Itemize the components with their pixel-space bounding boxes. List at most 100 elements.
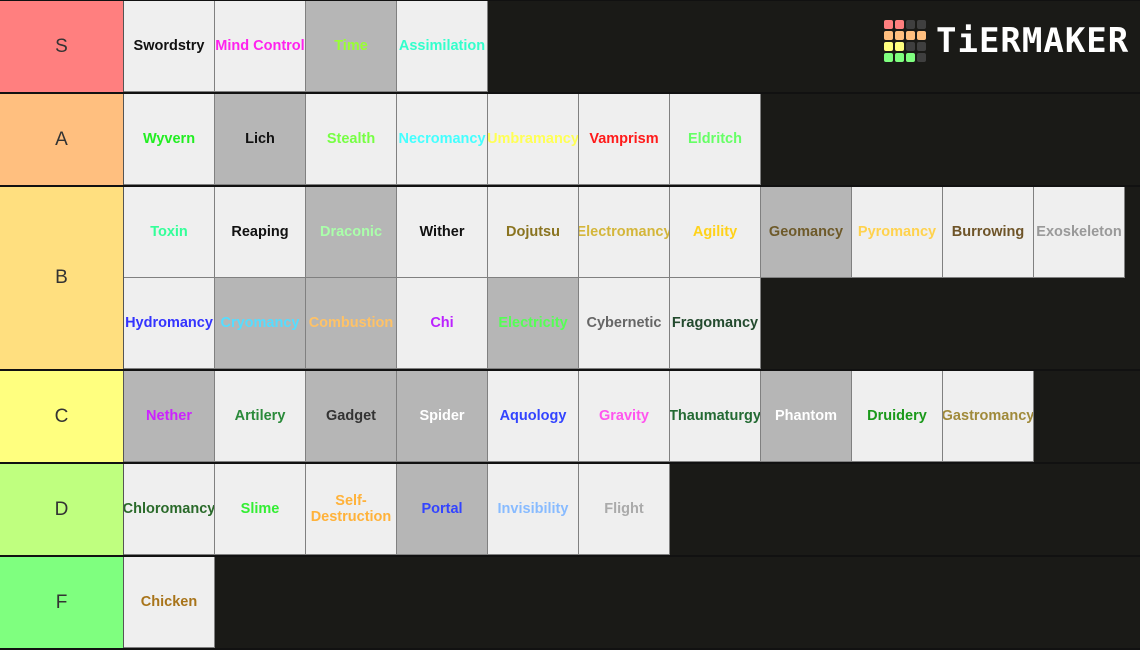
tier-label[interactable]: D — [0, 464, 124, 555]
tier-item[interactable]: Portal — [397, 464, 488, 555]
tier-item[interactable]: Dojutsu — [488, 187, 579, 278]
logo-grid-cell — [884, 42, 893, 51]
tier-item[interactable]: Aquology — [488, 371, 579, 462]
tier-item-label: Chloromancy — [124, 501, 215, 517]
tier-label[interactable]: F — [0, 557, 124, 648]
tier-item-label: Combustion — [308, 315, 394, 331]
tier-item-label: Pyromancy — [857, 224, 937, 240]
tier-row-c: C Nether Artilery Gadget Spider Aquology Gravi… — [0, 371, 1140, 464]
tier-item-label: Reaping — [231, 224, 289, 240]
tier-item[interactable]: Cryomancy — [215, 278, 306, 369]
tier-item[interactable]: Thaumaturgy — [670, 371, 761, 462]
tier-item[interactable]: Reaping — [215, 187, 306, 278]
tier-item-label: Vamprism — [589, 131, 659, 147]
tier-item-label: Druidery — [867, 408, 927, 424]
tier-item[interactable]: Burrowing — [943, 187, 1034, 278]
tier-item-label: Toxin — [150, 224, 188, 240]
tier-item[interactable]: Druidery — [852, 371, 943, 462]
tier-item[interactable]: Gadget — [306, 371, 397, 462]
tier-item[interactable]: Time — [306, 1, 397, 92]
tier-list: S Swordstry Mind Control Time Assimilation A W… — [0, 0, 1140, 650]
tier-item-label: Draconic — [319, 224, 383, 240]
tier-item-label: Geomancy — [768, 224, 844, 240]
tier-item-label: Aquology — [499, 408, 567, 424]
tier-item-label: Eldritch — [688, 131, 742, 147]
tiermaker-wordmark: TiERMAKER — [936, 21, 1130, 61]
tier-item[interactable]: Pyromancy — [852, 187, 943, 278]
tier-item[interactable]: Fragomancy — [670, 278, 761, 369]
tier-item[interactable]: Geomancy — [761, 187, 852, 278]
tier-label[interactable]: A — [0, 94, 124, 185]
tier-item[interactable]: Wither — [397, 187, 488, 278]
tier-item-label: Time — [334, 38, 368, 54]
tier-item[interactable]: Slime — [215, 464, 306, 555]
logo-grid-cell — [906, 53, 915, 62]
tier-item-label: Artilery — [234, 408, 286, 424]
tier-row-a: A Wyvern Lich Stealth Necromancy Umbramancy Va… — [0, 94, 1140, 187]
tier-item[interactable]: Vamprism — [579, 94, 670, 185]
tier-item-label: Chi — [430, 315, 454, 331]
tier-item-label: Electromancy — [579, 224, 670, 240]
tier-item-label: Cybernetic — [586, 315, 662, 331]
tier-item[interactable]: Umbramancy — [488, 94, 579, 185]
tier-item[interactable]: Assimilation — [397, 1, 488, 92]
tier-row-d: D Chloromancy Slime Self-Destruction Portal I… — [0, 464, 1140, 557]
tier-item-label: Necromancy — [398, 131, 486, 147]
tier-item[interactable]: Necromancy — [397, 94, 488, 185]
tier-item-label: Wither — [419, 224, 465, 240]
tier-item[interactable]: Chi — [397, 278, 488, 369]
tier-item[interactable]: Electromancy — [579, 187, 670, 278]
tier-item[interactable]: Lich — [215, 94, 306, 185]
tier-item[interactable]: Swordstry — [124, 1, 215, 92]
tier-item-label: Exoskeleton — [1036, 224, 1122, 240]
tier-item[interactable]: Stealth — [306, 94, 397, 185]
tier-item-label: Umbramancy — [488, 131, 579, 147]
tiermaker-logo[interactable]: TiERMAKER — [884, 20, 1129, 62]
tier-item-label: Mind Control — [215, 38, 305, 54]
tier-item-label: Self-Destruction — [310, 493, 392, 525]
logo-grid-cell — [906, 42, 915, 51]
tier-item-label: Swordstry — [133, 38, 205, 54]
tier-label[interactable]: C — [0, 371, 124, 462]
tier-item[interactable]: Artilery — [215, 371, 306, 462]
tier-item[interactable]: Agility — [670, 187, 761, 278]
tier-items: Chicken — [124, 557, 1128, 648]
tier-item-label: Thaumaturgy — [670, 408, 761, 424]
tier-item[interactable]: Cybernetic — [579, 278, 670, 369]
tier-item[interactable]: Invisibility — [488, 464, 579, 555]
tier-item[interactable]: Gastromancy — [943, 371, 1034, 462]
tier-item[interactable]: Hydromancy — [124, 278, 215, 369]
tier-item[interactable]: Chicken — [124, 557, 215, 648]
tier-item[interactable]: Electricity — [488, 278, 579, 369]
logo-grid-cell — [917, 42, 926, 51]
tier-item-label: Gadget — [326, 408, 376, 424]
tier-row-b: B Toxin Reaping Draconic Wither Dojutsu Electr… — [0, 187, 1140, 371]
tier-item[interactable]: Mind Control — [215, 1, 306, 92]
logo-grid-cell — [895, 42, 904, 51]
tier-item[interactable]: Self-Destruction — [306, 464, 397, 555]
tier-item[interactable]: Combustion — [306, 278, 397, 369]
tier-item-label: Agility — [692, 224, 738, 240]
logo-grid-cell — [895, 20, 904, 29]
tier-label[interactable]: B — [0, 187, 124, 369]
tier-item[interactable]: Draconic — [306, 187, 397, 278]
tier-items: Chloromancy Slime Self-Destruction Portal In… — [124, 464, 1128, 555]
tier-item[interactable]: Nether — [124, 371, 215, 462]
tier-item-label: Burrowing — [951, 224, 1025, 240]
tier-item[interactable]: Chloromancy — [124, 464, 215, 555]
tier-item[interactable]: Toxin — [124, 187, 215, 278]
tier-item[interactable]: Flight — [579, 464, 670, 555]
tier-item[interactable]: Gravity — [579, 371, 670, 462]
tiermaker-grid-icon — [884, 20, 926, 62]
tier-item[interactable]: Eldritch — [670, 94, 761, 185]
tier-item[interactable]: Wyvern — [124, 94, 215, 185]
logo-grid-cell — [895, 53, 904, 62]
tier-item-label: Portal — [421, 501, 463, 517]
tier-item[interactable]: Spider — [397, 371, 488, 462]
logo-grid-cell — [917, 20, 926, 29]
tier-item[interactable]: Exoskeleton — [1034, 187, 1125, 278]
tier-item-label: Gravity — [599, 408, 649, 424]
tier-items: Nether Artilery Gadget Spider Aquology Gravit… — [124, 371, 1128, 462]
tier-item[interactable]: Phantom — [761, 371, 852, 462]
tier-label[interactable]: S — [0, 1, 124, 92]
